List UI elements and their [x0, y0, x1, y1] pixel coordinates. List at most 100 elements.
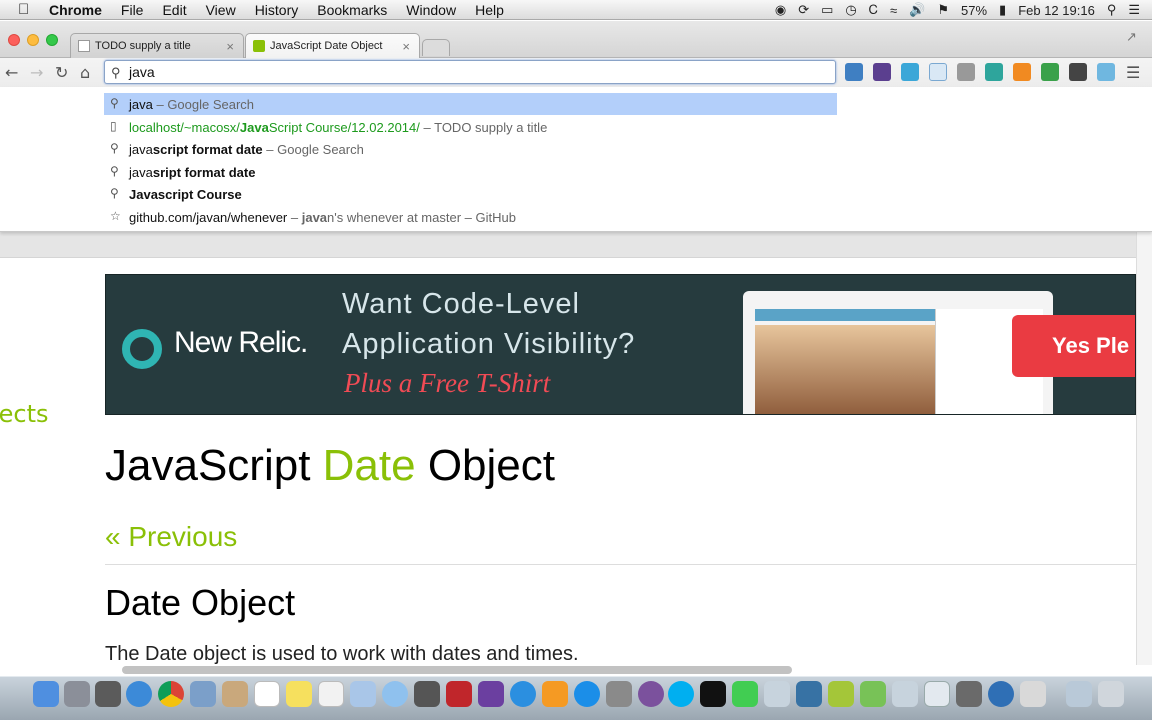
previous-link[interactable]: « Previous	[105, 521, 237, 553]
stickies-icon[interactable]	[286, 681, 312, 707]
rss-icon[interactable]	[1013, 63, 1031, 81]
menu-edit[interactable]: Edit	[162, 2, 186, 18]
title-highlight: Date	[322, 441, 416, 490]
menu-history[interactable]: History	[255, 2, 299, 18]
suggestion-item[interactable]: ⚲ javascript format date – Google Search	[104, 138, 837, 160]
extension-edit-icon[interactable]	[845, 63, 863, 81]
suggestion-item[interactable]: ⚲ java – Google Search	[104, 93, 837, 115]
skype-icon[interactable]	[668, 681, 694, 707]
chrome-icon[interactable]	[158, 681, 184, 707]
launchpad-icon[interactable]	[64, 681, 90, 707]
messages-icon[interactable]	[382, 681, 408, 707]
tab-javascript-date-object[interactable]: JavaScript Date Object ×	[245, 33, 420, 58]
ad-banner[interactable]: New Relic. Want Code-Level Application V…	[105, 274, 1136, 415]
menu-file[interactable]: File	[121, 2, 144, 18]
calendar-icon[interactable]	[254, 681, 280, 707]
back-arrow-icon[interactable]: ←	[5, 63, 18, 82]
contacts-icon[interactable]	[222, 681, 248, 707]
sync-icon[interactable]: ⟳	[798, 2, 809, 18]
finder-icon[interactable]	[33, 681, 59, 707]
extension-magnifier-icon[interactable]	[1041, 63, 1059, 81]
zoom-window-button[interactable]	[46, 34, 58, 46]
battery-icon[interactable]: ▮	[999, 2, 1006, 18]
tab-close-icon[interactable]: ×	[226, 39, 234, 54]
notification-center-icon[interactable]: ☰	[1128, 2, 1140, 18]
ad-cta-button[interactable]: Yes Ple	[1012, 315, 1135, 377]
menu-app-name[interactable]: Chrome	[49, 2, 102, 18]
menu-view[interactable]: View	[206, 2, 236, 18]
textedit-icon[interactable]	[318, 681, 344, 707]
suggestion-item[interactable]: ⚲ javasript format date	[104, 161, 837, 183]
terminal-icon[interactable]	[700, 681, 726, 707]
new-tab-button[interactable]	[422, 39, 450, 56]
python-icon[interactable]	[796, 681, 822, 707]
volume-icon[interactable]: 🔊	[909, 2, 925, 18]
system-preferences-icon[interactable]	[606, 681, 632, 707]
clock[interactable]: Feb 12 19:16	[1018, 3, 1095, 18]
photos-icon[interactable]	[350, 681, 376, 707]
home-icon[interactable]: ⌂	[80, 63, 90, 82]
menu-bookmarks[interactable]: Bookmarks	[317, 2, 387, 18]
extension-window-icon[interactable]	[929, 63, 947, 81]
display-icon[interactable]: ▭	[821, 2, 833, 18]
viber-icon[interactable]	[638, 681, 664, 707]
time-machine-icon[interactable]: ◷	[845, 2, 856, 18]
suggestion-text: n's whenever at master – GitHub	[327, 210, 516, 225]
search-icon: ⚲	[110, 96, 119, 110]
suggestion-item[interactable]: ☆ github.com/javan/whenever – javan's whe…	[104, 206, 837, 228]
page-favicon-icon	[78, 40, 90, 52]
extension-bird-icon[interactable]	[1069, 63, 1087, 81]
horizontal-scrollbar[interactable]	[122, 666, 792, 674]
battery-level[interactable]: 57%	[961, 3, 987, 18]
page-top-nav	[0, 232, 1136, 258]
spotlight-icon[interactable]: ⚲	[1107, 2, 1117, 18]
minimize-window-button[interactable]	[27, 34, 39, 46]
preview-icon[interactable]	[190, 681, 216, 707]
apple-icon[interactable]: 	[18, 1, 34, 18]
suggestion-text: Java	[129, 187, 158, 202]
chrome-menu-icon[interactable]: ☰	[1126, 63, 1140, 82]
tab-todo[interactable]: TODO supply a title ×	[70, 33, 244, 58]
menu-help[interactable]: Help	[475, 2, 504, 18]
safari-icon[interactable]	[126, 681, 152, 707]
app-store-icon[interactable]	[574, 681, 600, 707]
record-icon[interactable]: ◉	[775, 2, 786, 18]
facetime-icon[interactable]	[414, 681, 440, 707]
itunes-icon[interactable]	[510, 681, 536, 707]
trash-icon[interactable]	[1098, 681, 1124, 707]
flag-icon[interactable]: ⚑	[937, 2, 949, 18]
bluetooth-icon[interactable]: Ꮯ	[869, 2, 878, 18]
preview-docs-icon[interactable]	[1020, 681, 1046, 707]
omnibox-input[interactable]: ⚲ java	[104, 60, 836, 84]
virtualbox-icon[interactable]	[924, 681, 950, 707]
close-window-button[interactable]	[8, 34, 20, 46]
extension-m-icon[interactable]	[901, 63, 919, 81]
menu-window[interactable]: Window	[406, 2, 456, 18]
itunes-alt-icon[interactable]	[478, 681, 504, 707]
extension-c-icon[interactable]	[985, 63, 1003, 81]
forward-arrow-icon[interactable]: →	[30, 63, 43, 82]
network-icon[interactable]	[988, 681, 1014, 707]
extension-bug-icon[interactable]	[957, 63, 975, 81]
wifi-icon[interactable]: ≈	[890, 3, 897, 18]
qt-creator-icon[interactable]	[732, 681, 758, 707]
coda-icon[interactable]	[764, 681, 790, 707]
photo-booth-icon[interactable]	[446, 681, 472, 707]
gimp-icon[interactable]	[956, 681, 982, 707]
title-part: Object	[415, 441, 555, 490]
sidebar-link[interactable]: jects	[0, 400, 49, 428]
reload-icon[interactable]: ↻	[55, 63, 68, 82]
android-icon[interactable]	[828, 681, 854, 707]
suggestion-item[interactable]: ⚲ Javascript Course	[104, 183, 837, 205]
fullscreen-icon[interactable]: ↗	[1126, 30, 1137, 45]
downloads-folder-icon[interactable]	[1066, 681, 1092, 707]
suggestion-item[interactable]: ▯ localhost/~macosx/JavaScript Course/12.…	[104, 116, 837, 138]
extension-hat-icon[interactable]	[873, 63, 891, 81]
android-studio-icon[interactable]	[860, 681, 886, 707]
extension-download-icon[interactable]	[1097, 63, 1115, 81]
tab-title: JavaScript Date Object	[270, 40, 383, 52]
mission-control-icon[interactable]	[95, 681, 121, 707]
ibooks-icon[interactable]	[542, 681, 568, 707]
tab-close-icon[interactable]: ×	[402, 39, 410, 54]
coda-alt-icon[interactable]	[892, 681, 918, 707]
